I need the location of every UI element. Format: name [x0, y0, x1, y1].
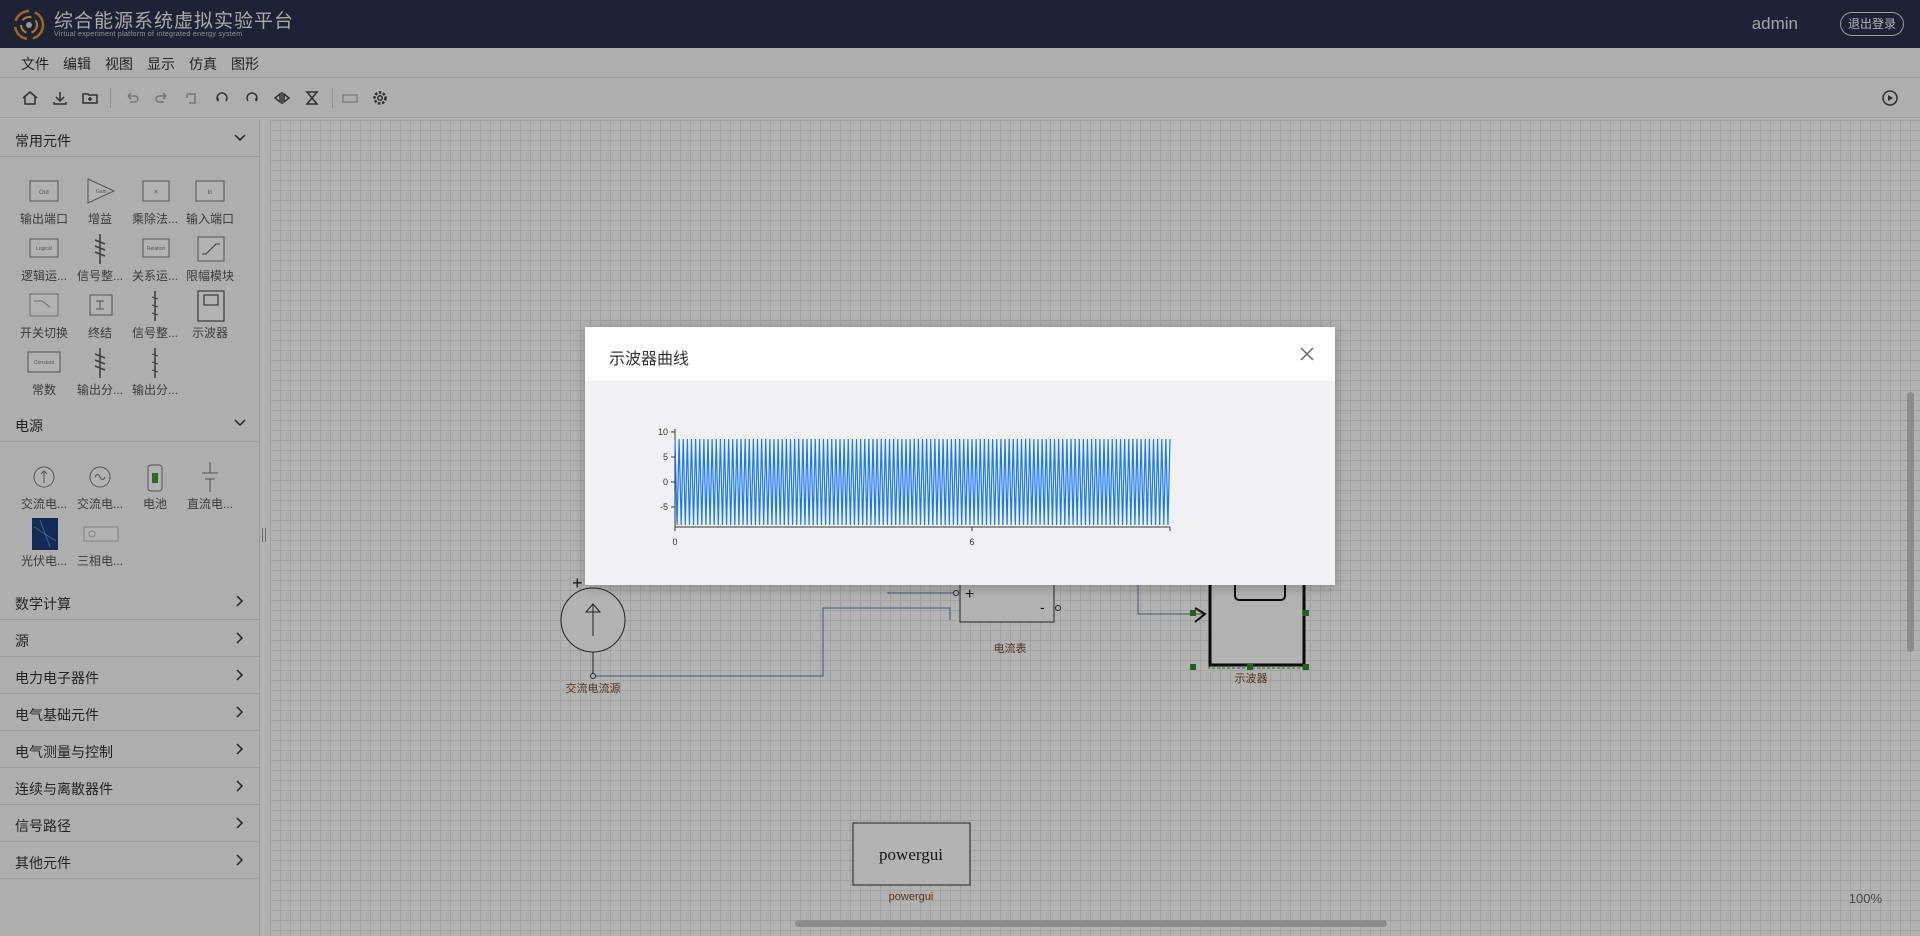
close-icon[interactable]	[1297, 344, 1317, 364]
y-tick-label: 0	[663, 477, 668, 487]
scope-chart[interactable]: 10 5 0 -5 0 6	[615, 417, 1305, 547]
scope-curve-dialog: 示波器曲线 10 5 0 -5 0 6	[585, 327, 1335, 585]
dialog-header: 示波器曲线	[585, 327, 1335, 381]
series-line	[674, 438, 1171, 526]
y-tick-label: 5	[663, 452, 668, 462]
dialog-title: 示波器曲线	[609, 351, 690, 368]
x-tick-label: 0	[672, 537, 677, 547]
y-tick-label: 10	[658, 427, 668, 437]
x-tick-label: 6	[969, 537, 974, 547]
y-tick-label: -5	[660, 502, 668, 512]
